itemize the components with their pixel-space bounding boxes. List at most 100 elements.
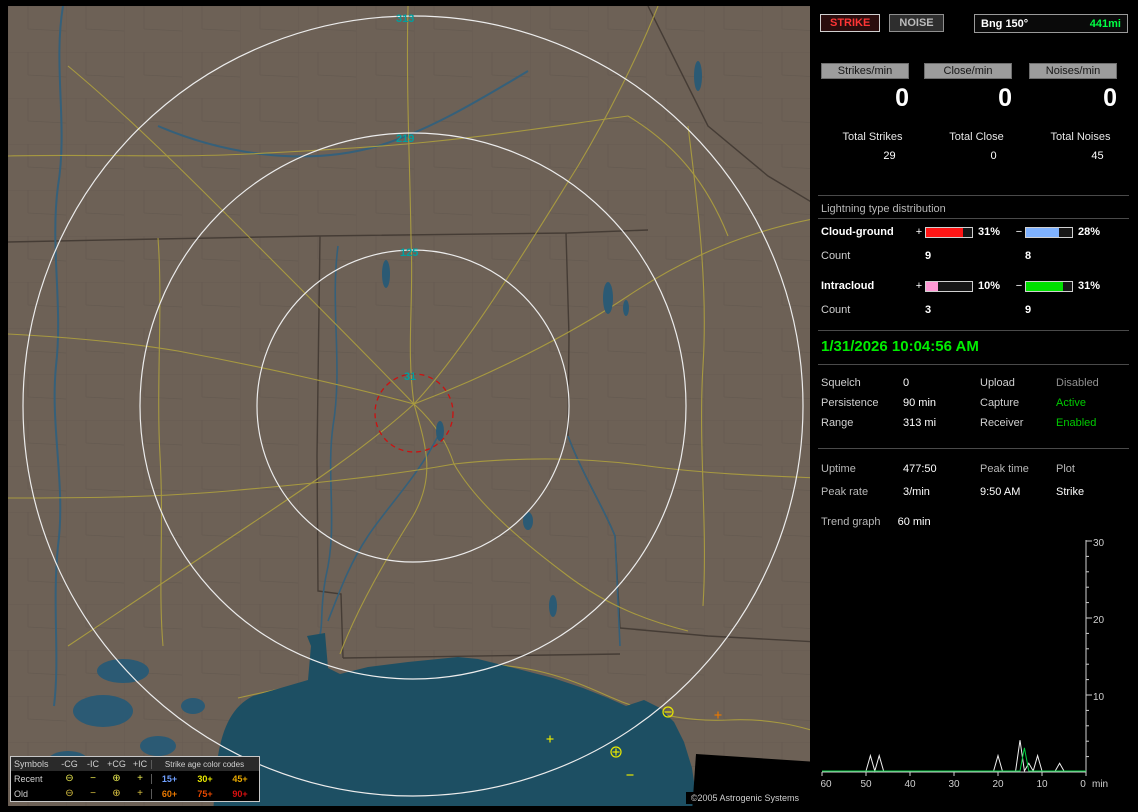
upload-label: Upload <box>980 377 1015 389</box>
rate-values: 0 0 0 <box>821 84 1132 113</box>
trend-chart: 30 20 10 60 50 40 30 20 10 0 min <box>820 538 1108 790</box>
legend-ages-header: Strike age color codes <box>151 759 257 769</box>
series-strikes <box>822 740 1086 773</box>
minus-sign: − <box>1015 226 1023 238</box>
cg-negative-count: 8 <box>1025 250 1032 262</box>
totals-labels: Total Strikes Total Close Total Noises <box>821 131 1132 143</box>
mode-button-row: STRIKE NOISE Bng 150° 441mi <box>820 14 1128 34</box>
age-90: 90+ <box>232 788 248 799</box>
age-45: 45+ <box>232 773 248 784</box>
totals-values: 29 0 45 <box>821 150 1132 162</box>
series-noises <box>822 747 1086 772</box>
cg-negative-pct: 28% <box>1078 226 1101 238</box>
neg-cg-icon: ⊖ <box>65 787 74 799</box>
persistence-value: 90 min <box>903 397 937 409</box>
upload-status: Disabled <box>1056 377 1099 389</box>
datetime-display: 1/31/2026 10:04:56 AM <box>821 338 979 355</box>
stats-row-peak-rate: Peak rate 3/min 9:50 AM Strike <box>821 486 1129 498</box>
ic-negative-bar <box>1025 280 1073 292</box>
x-tick-20: 20 <box>992 779 1004 790</box>
pos-ic-icon: + <box>137 772 143 784</box>
intracloud-row: Intracloud + 10% − 31% <box>821 280 1111 292</box>
close-per-min-value: 0 <box>998 84 1012 112</box>
total-close-value: 0 <box>990 150 997 162</box>
plus-sign: + <box>915 280 923 292</box>
age-15: 15+ <box>151 773 187 784</box>
cg-negative-bar <box>1025 226 1073 238</box>
ic-positive-bar <box>925 280 973 292</box>
receiver-status: Enabled <box>1056 417 1097 429</box>
cloud-ground-label: Cloud-ground <box>821 226 894 238</box>
status-row-range: Range 313 mi Receiver Enabled <box>821 417 1129 429</box>
age-60: 60+ <box>151 788 187 799</box>
range-label-219: 219 <box>396 133 414 145</box>
age-30: 30+ <box>197 773 213 784</box>
legend-col-neg-cg: -CG <box>61 759 78 769</box>
strikes-per-min-chip: Strikes/min <box>821 63 909 79</box>
trend-series <box>822 740 1086 773</box>
cg-positive-pct: 31% <box>978 226 1001 238</box>
copyright-text: ©2005 Astrogenic Systems <box>685 792 804 804</box>
close-per-min-chip: Close/min <box>924 63 1012 79</box>
bearing-display: Bng 150° 441mi <box>974 14 1128 33</box>
strike-mode-button[interactable]: STRIKE <box>820 14 881 32</box>
trend-graph-row: Trend graph 60 min <box>821 516 931 528</box>
divider <box>818 218 1129 219</box>
range-label-125: 125 <box>400 247 418 259</box>
total-close-label: Total Close <box>949 131 1004 143</box>
y-tick-20: 20 <box>1093 615 1105 626</box>
divider <box>818 330 1129 331</box>
range-label-31: 31 <box>404 371 416 383</box>
minus-sign: − <box>1015 280 1023 292</box>
map-canvas[interactable]: 313 219 125 31 <box>8 6 810 806</box>
peak-time-label: Peak time <box>980 463 1029 475</box>
count-label: Count <box>821 304 851 316</box>
range-label-313: 313 <box>396 13 414 25</box>
squelch-value: 0 <box>903 377 910 389</box>
x-tick-60: 60 <box>820 779 832 790</box>
trend-graph-label: Trend graph <box>821 516 881 528</box>
x-tick-40: 40 <box>904 779 916 790</box>
x-unit-label: min <box>1092 779 1108 790</box>
persistence-label: Persistence <box>821 397 879 409</box>
axis-ticks <box>821 540 1092 776</box>
map-area[interactable]: 313 219 125 31 Symbols -CG -IC +CG +IC S… <box>8 6 810 806</box>
plot-mode-value: Strike <box>1056 486 1085 498</box>
divider <box>818 448 1129 449</box>
range-label: Range <box>821 417 854 429</box>
plus-sign: + <box>915 226 923 238</box>
neg-ic-icon: − <box>90 772 96 784</box>
peak-rate-value: 3/min <box>903 486 930 498</box>
side-panel: STRIKE NOISE Bng 150° 441mi Strikes/min … <box>815 6 1132 806</box>
pos-cg-icon: ⊕ <box>112 787 121 799</box>
uptime-value: 477:50 <box>903 463 937 475</box>
ic-positive-pct: 10% <box>978 280 1001 292</box>
stats-row-uptime: Uptime 477:50 Peak time Plot <box>821 463 1129 475</box>
x-tick-50: 50 <box>860 779 872 790</box>
status-row-persistence: Persistence 90 min Capture Active <box>821 397 1129 409</box>
legend-col-pos-cg: +CG <box>107 759 126 769</box>
noises-per-min-value: 0 <box>1103 84 1117 112</box>
rate-chips: Strikes/min Close/min Noises/min <box>821 63 1132 79</box>
x-tick-30: 30 <box>948 779 960 790</box>
noise-mode-button[interactable]: NOISE <box>889 14 944 32</box>
strike-marker <box>610 746 622 758</box>
y-tick-30: 30 <box>1093 538 1105 549</box>
age-75: 75+ <box>197 788 213 799</box>
capture-status: Active <box>1056 397 1086 409</box>
cloud-ground-row: Cloud-ground + 31% − 28% <box>821 226 1111 238</box>
y-tick-10: 10 <box>1093 692 1105 703</box>
ic-negative-pct: 31% <box>1078 280 1101 292</box>
range-value: 313 mi <box>903 417 937 429</box>
ic-negative-count: 9 <box>1025 304 1032 316</box>
neg-ic-icon: − <box>90 787 96 799</box>
plot-label: Plot <box>1056 463 1075 475</box>
divider <box>818 195 1129 196</box>
cloud-ground-count-row: Count 9 8 <box>821 250 1111 262</box>
total-noises-label: Total Noises <box>1050 131 1111 143</box>
ic-positive-count: 3 <box>925 304 932 316</box>
squelch-label: Squelch <box>821 377 861 389</box>
intracloud-label: Intracloud <box>821 280 875 292</box>
peak-time-value: 9:50 AM <box>980 486 1021 498</box>
intracloud-count-row: Count 3 9 <box>821 304 1111 316</box>
